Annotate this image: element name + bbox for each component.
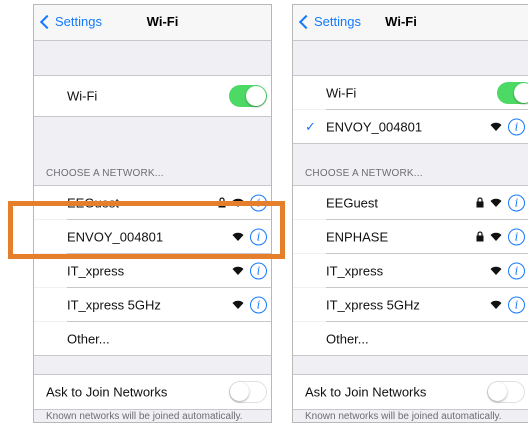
info-icon[interactable]: i [250,296,267,313]
wifi-toggle[interactable] [229,85,267,107]
wifi-toggle[interactable] [497,81,528,104]
chevron-left-icon [39,14,55,29]
footer-note: Known networks will be joined automatica… [46,411,243,422]
wifi-toggle-row: Wi-Fi [293,76,528,109]
nav-bar: Settings Wi-Fi [293,5,528,41]
wifi-label: Wi-Fi [67,88,98,104]
footer-note: Known networks will be joined automatica… [305,411,502,422]
wifi-signal-icon [490,266,502,275]
other-label: Other... [67,331,110,346]
divider [293,143,528,144]
network-row[interactable]: ENPHASE i [293,220,528,253]
wifi-signal-icon [232,300,244,309]
divider [293,355,528,356]
lock-icon [476,231,484,242]
info-icon[interactable]: i [508,228,525,245]
wifi-signal-icon [490,122,502,131]
section-header: CHOOSE A NETWORK... [305,168,423,179]
wifi-toggle-row: Wi-Fi [34,76,271,116]
page-title: Wi-Fi [146,14,179,29]
network-name: IT_xpress [326,263,384,278]
divider [34,116,271,117]
wifi-signal-icon [490,198,502,207]
highlight-box [8,201,285,259]
connected-network-row[interactable]: ✓ ENVOY_004801 i [293,110,528,143]
ask-to-join-label: Ask to Join Networks [46,384,168,400]
divider [34,355,271,356]
section-header: CHOOSE A NETWORK... [46,168,164,179]
info-icon[interactable]: i [508,296,525,313]
ask-to-join-row: Ask to Join Networks [293,375,528,409]
network-row[interactable]: EEGuest i [293,186,528,219]
lock-icon [476,197,484,208]
other-network-row[interactable]: Other... [293,322,528,355]
divider [34,409,271,410]
network-name: IT_xpress 5GHz [326,297,420,312]
other-network-row[interactable]: Other... [34,322,271,355]
network-row[interactable]: IT_xpress 5GHz i [34,288,271,321]
wifi-label: Wi-Fi [326,85,357,100]
other-label: Other... [326,331,369,346]
wifi-signal-icon [490,300,502,309]
network-name: IT_xpress [67,263,125,278]
checkmark-icon: ✓ [305,118,316,134]
divider [293,409,528,410]
ask-to-join-toggle[interactable] [487,381,525,403]
network-row[interactable]: IT_xpress i [293,254,528,287]
info-icon[interactable]: i [508,194,525,211]
network-row[interactable]: IT_xpress 5GHz i [293,288,528,321]
connected-network-name: ENVOY_004801 [326,119,423,134]
wifi-signal-icon [490,232,502,241]
ask-to-join-label: Ask to Join Networks [305,384,427,400]
page-title: Wi-Fi [385,14,417,29]
wifi-settings-screen-right: Settings Wi-Fi Wi-Fi ✓ ENVOY_004801 i CH… [292,4,528,423]
network-name: IT_xpress 5GHz [67,297,161,312]
network-name: ENPHASE [326,229,389,244]
network-name: EEGuest [326,195,379,210]
nav-bar: Settings Wi-Fi [34,5,271,41]
info-icon[interactable]: i [508,262,525,279]
ask-to-join-row: Ask to Join Networks [34,375,271,409]
wifi-signal-icon [232,266,244,275]
ask-to-join-toggle[interactable] [229,381,267,403]
info-icon[interactable]: i [508,118,525,135]
info-icon[interactable]: i [250,262,267,279]
